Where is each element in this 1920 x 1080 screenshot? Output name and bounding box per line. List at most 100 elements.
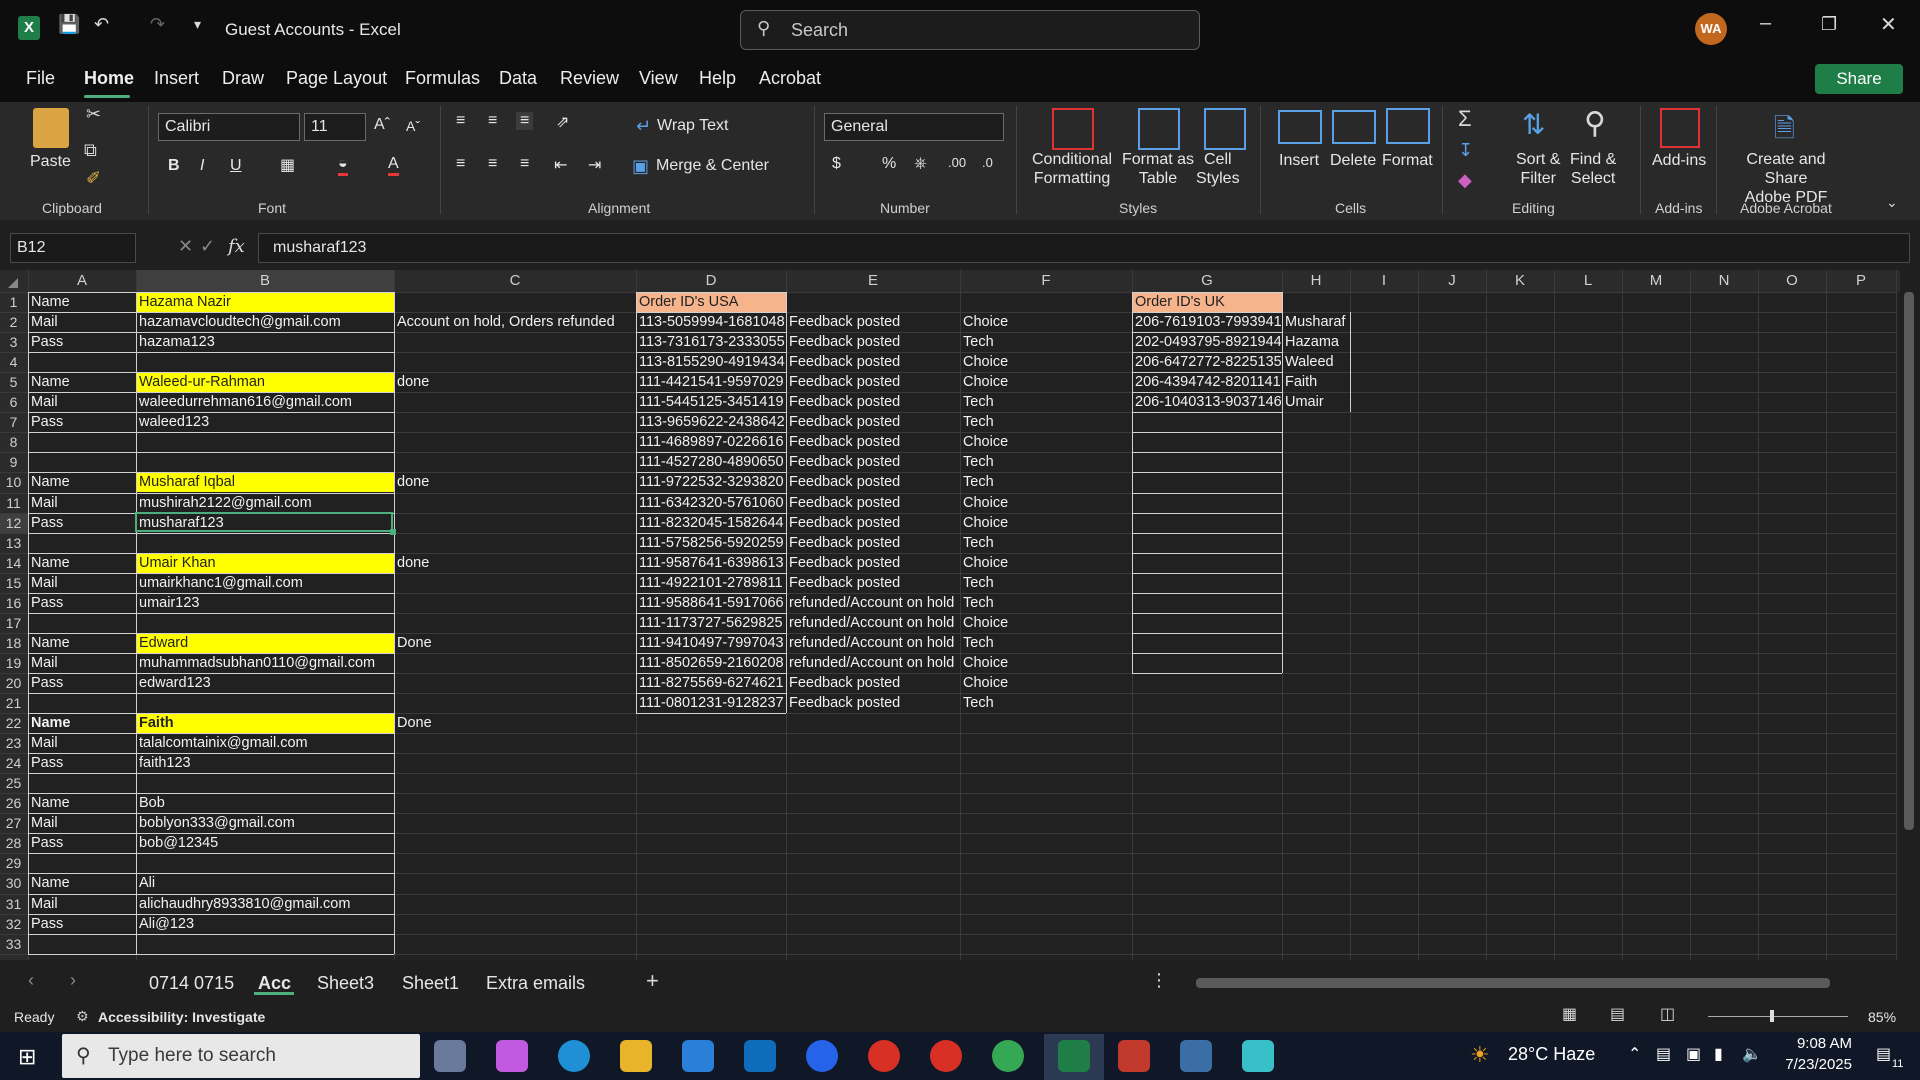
teams-icon[interactable] bbox=[806, 1040, 838, 1072]
cell-e[interactable]: Feedback posted bbox=[789, 555, 959, 571]
format-as-table-icon[interactable] bbox=[1138, 108, 1180, 150]
cell-f[interactable]: Tech bbox=[963, 454, 1131, 470]
cell-b[interactable]: edward123 bbox=[139, 675, 393, 691]
cell-e[interactable]: Feedback posted bbox=[789, 515, 959, 531]
row-header-25[interactable]: 25 bbox=[0, 775, 27, 791]
borders-icon[interactable]: ▦ bbox=[280, 155, 295, 175]
row-header-8[interactable]: 8 bbox=[0, 434, 27, 450]
cell-d[interactable]: 113-8155290-4919434 bbox=[639, 354, 785, 370]
tab-extra-emails[interactable]: Extra emails bbox=[486, 973, 585, 994]
format-cells-icon[interactable] bbox=[1386, 108, 1430, 144]
cell-g[interactable]: 206-7619103-7993941 bbox=[1135, 314, 1281, 330]
decrease-decimal-icon[interactable]: .0 bbox=[982, 155, 993, 170]
show-hidden-icon[interactable]: ⌃ bbox=[1628, 1044, 1641, 1064]
clock-date[interactable]: 7/23/2025 bbox=[1762, 1056, 1852, 1073]
cell-b[interactable]: Bob bbox=[139, 795, 393, 811]
customize-toolbar-icon[interactable]: ▾ bbox=[194, 16, 201, 33]
menu-insert[interactable]: Insert bbox=[154, 68, 199, 89]
row-header-9[interactable]: 9 bbox=[0, 454, 27, 470]
active-cell-b12[interactable] bbox=[135, 512, 393, 532]
font-name-select[interactable]: Calibri bbox=[158, 113, 300, 141]
cell-e[interactable]: refunded/Account on hold bbox=[789, 615, 959, 631]
increase-font-icon[interactable]: Aˆ bbox=[374, 116, 390, 134]
cell-e[interactable]: Feedback posted bbox=[789, 374, 959, 390]
cell-e[interactable]: Feedback posted bbox=[789, 314, 959, 330]
menu-home[interactable]: Home bbox=[84, 68, 134, 89]
outlook-icon[interactable] bbox=[744, 1040, 776, 1072]
align-top-icon[interactable]: ≡ bbox=[456, 112, 465, 130]
normal-view-icon[interactable]: ▦ bbox=[1562, 1004, 1577, 1024]
name-box[interactable]: B12 bbox=[10, 233, 136, 263]
cell-h[interactable]: Hazama bbox=[1285, 334, 1349, 350]
copilot-icon[interactable] bbox=[496, 1040, 528, 1072]
restore-icon[interactable]: ❐ bbox=[1821, 14, 1837, 35]
search-box[interactable]: ⚲ Search bbox=[740, 10, 1200, 50]
cell-d[interactable]: 113-5059994-1681048 bbox=[639, 314, 785, 330]
column-header-A[interactable]: A bbox=[28, 272, 136, 289]
select-all-icon[interactable] bbox=[8, 278, 18, 288]
row-header-33[interactable]: 33 bbox=[0, 936, 27, 952]
align-left-icon[interactable]: ≡ bbox=[456, 155, 465, 173]
row-header-4[interactable]: 4 bbox=[0, 354, 27, 370]
cell-b[interactable]: Faith bbox=[139, 715, 393, 731]
row-header-20[interactable]: 20 bbox=[0, 675, 27, 691]
cancel-formula-icon[interactable]: ✕ bbox=[178, 236, 193, 257]
cell-d[interactable]: 111-8232045-1582644 bbox=[639, 515, 785, 531]
wrap-text-icon[interactable]: ↵ bbox=[636, 116, 651, 137]
cell-d[interactable]: Order ID's USA bbox=[639, 294, 785, 310]
enter-formula-icon[interactable]: ✓ bbox=[200, 236, 215, 257]
vertical-scroll-thumb[interactable] bbox=[1904, 292, 1914, 830]
cell-a[interactable]: Name bbox=[31, 715, 135, 731]
create-pdf-icon[interactable]: 🗎 bbox=[1774, 110, 1795, 154]
cell-d[interactable]: 111-4527280-4890650 bbox=[639, 454, 785, 470]
tab-0714-0715[interactable]: 0714 0715 bbox=[149, 973, 234, 994]
cell-a[interactable]: Mail bbox=[31, 815, 135, 831]
row-header-28[interactable]: 28 bbox=[0, 835, 27, 851]
tab-sheet3[interactable]: Sheet3 bbox=[317, 973, 374, 994]
cell-styles-icon[interactable] bbox=[1204, 108, 1246, 150]
cell-g[interactable]: Order ID's UK bbox=[1135, 294, 1281, 310]
cell-b[interactable]: hazamavcloudtech@gmail.com bbox=[139, 314, 393, 330]
zoom-slider-thumb[interactable] bbox=[1770, 1010, 1774, 1022]
column-header-P[interactable]: P bbox=[1826, 272, 1896, 289]
cell-g[interactable]: 206-1040313-9037146 bbox=[1135, 394, 1281, 410]
cell-a[interactable]: Pass bbox=[31, 755, 135, 771]
calculator-icon[interactable] bbox=[1180, 1040, 1212, 1072]
cell-f[interactable]: Tech bbox=[963, 535, 1131, 551]
bold-icon[interactable]: B bbox=[168, 157, 180, 175]
cell-e[interactable]: Feedback posted bbox=[789, 454, 959, 470]
redo-icon[interactable]: ↷ bbox=[150, 14, 165, 35]
row-header-21[interactable]: 21 bbox=[0, 695, 27, 711]
fill-color-icon[interactable]: ◒ bbox=[338, 155, 348, 176]
tab-acc[interactable]: Acc bbox=[258, 973, 291, 994]
find-select-icon[interactable]: ⚲ bbox=[1584, 106, 1606, 141]
cell-f[interactable]: Choice bbox=[963, 354, 1131, 370]
align-right-icon[interactable]: ≡ bbox=[520, 155, 529, 173]
menu-data[interactable]: Data bbox=[499, 68, 537, 89]
column-header-N[interactable]: N bbox=[1690, 272, 1758, 289]
format-button[interactable]: Format bbox=[1382, 151, 1433, 170]
row-header-19[interactable]: 19 bbox=[0, 655, 27, 671]
accessibility-status[interactable]: Accessibility: Investigate bbox=[98, 1009, 265, 1025]
cell-a[interactable]: Mail bbox=[31, 314, 135, 330]
taskbar-search[interactable]: ⚲ Type here to search bbox=[62, 1034, 420, 1078]
fill-handle[interactable] bbox=[390, 529, 396, 535]
cell-a[interactable]: Mail bbox=[31, 896, 135, 912]
cell-f[interactable]: Choice bbox=[963, 314, 1131, 330]
file-explorer-icon[interactable] bbox=[620, 1040, 652, 1072]
menu-page-layout[interactable]: Page Layout bbox=[286, 68, 387, 89]
row-header-17[interactable]: 17 bbox=[0, 615, 27, 631]
cell-d[interactable]: 111-1173727-5629825 bbox=[639, 615, 785, 631]
cell-h[interactable]: Waleed bbox=[1285, 354, 1349, 370]
cell-d[interactable]: 111-5445125-3451419 bbox=[639, 394, 785, 410]
delete-button[interactable]: Delete bbox=[1330, 151, 1376, 170]
cell-f[interactable]: Choice bbox=[963, 655, 1131, 671]
column-header-O[interactable]: O bbox=[1758, 272, 1826, 289]
cell-f[interactable]: Tech bbox=[963, 474, 1131, 490]
cell-e[interactable]: Feedback posted bbox=[789, 354, 959, 370]
cut-icon[interactable]: ✂ bbox=[86, 104, 101, 125]
cell-b[interactable]: muhammadsubhan0110@gmail.com bbox=[139, 655, 393, 671]
cell-d[interactable]: 113-9659622-2438642 bbox=[639, 414, 785, 430]
row-header-12[interactable]: 12 bbox=[0, 515, 27, 531]
create-pdf-button[interactable]: Create and Share Adobe PDF bbox=[1728, 150, 1844, 207]
